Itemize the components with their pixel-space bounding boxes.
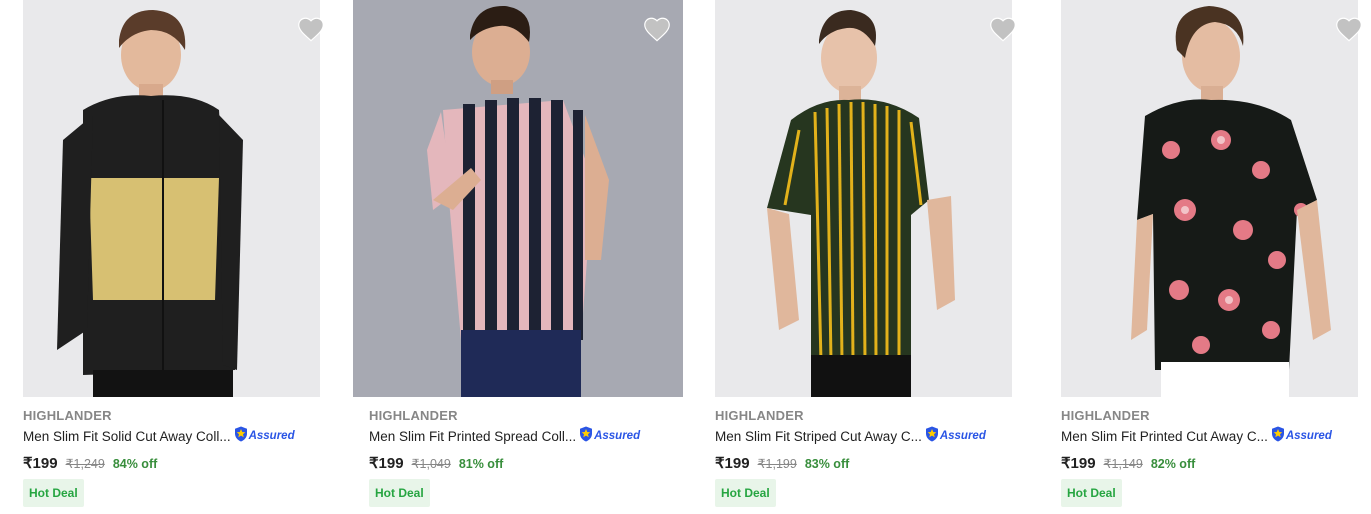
selling-price: ₹199 <box>23 455 58 472</box>
price-row: ₹199 ₹1,149 82% off <box>1061 454 1195 472</box>
assured-label: Assured <box>1285 430 1332 442</box>
shield-assured-icon <box>234 426 248 447</box>
assured-badge: Assured <box>925 426 986 447</box>
heart-icon[interactable] <box>1335 16 1363 42</box>
heart-icon[interactable] <box>297 16 325 42</box>
shield-assured-icon <box>925 426 939 447</box>
product-title[interactable]: Men Slim Fit Striped Cut Away C... <box>715 429 922 444</box>
product-title[interactable]: Men Slim Fit Solid Cut Away Coll... <box>23 429 231 444</box>
product-card[interactable]: HIGHLANDER Men Slim Fit Printed Spread C… <box>346 0 683 514</box>
assured-badge: Assured <box>579 426 641 447</box>
hot-deal-badge: Hot Deal <box>715 479 776 507</box>
product-image[interactable] <box>715 0 1012 397</box>
price-row: ₹199 ₹1,249 84% off <box>23 454 157 472</box>
heart-icon[interactable] <box>989 16 1017 42</box>
product-card[interactable]: HIGHLANDER Men Slim Fit Solid Cut Away C… <box>0 0 330 514</box>
hot-deal-badge: Hot Deal <box>23 479 84 507</box>
product-brand: HIGHLANDER <box>23 408 112 423</box>
original-price: ₹1,249 <box>65 457 105 471</box>
product-title-row: Men Slim Fit Striped Cut Away C... Assur… <box>715 426 986 447</box>
product-title[interactable]: Men Slim Fit Printed Spread Coll... <box>369 429 576 444</box>
product-grid: HIGHLANDER Men Slim Fit Solid Cut Away C… <box>0 0 1371 514</box>
product-title[interactable]: Men Slim Fit Printed Cut Away C... <box>1061 429 1268 444</box>
selling-price: ₹199 <box>369 455 404 472</box>
hot-deal-badge: Hot Deal <box>369 479 430 507</box>
product-title-row: Men Slim Fit Printed Spread Coll... Assu… <box>369 426 641 447</box>
shield-assured-icon <box>1271 426 1285 447</box>
product-card[interactable]: HIGHLANDER Men Slim Fit Striped Cut Away… <box>692 0 1022 514</box>
product-image[interactable] <box>353 0 683 397</box>
product-title-row: Men Slim Fit Solid Cut Away Coll... Assu… <box>23 426 295 447</box>
heart-icon[interactable] <box>643 16 671 42</box>
assured-label: Assured <box>594 430 641 442</box>
original-price: ₹1,149 <box>1103 457 1143 471</box>
discount-percent: 82% off <box>1150 457 1196 471</box>
shield-assured-icon <box>579 426 593 447</box>
product-image[interactable] <box>1061 0 1358 397</box>
assured-badge: Assured <box>234 426 295 447</box>
original-price: ₹1,199 <box>757 457 797 471</box>
selling-price: ₹199 <box>1061 455 1096 472</box>
price-row: ₹199 ₹1,049 81% off <box>369 454 503 472</box>
assured-label: Assured <box>248 430 295 442</box>
assured-badge: Assured <box>1271 426 1332 447</box>
price-row: ₹199 ₹1,199 83% off <box>715 454 849 472</box>
product-card[interactable]: HIGHLANDER Men Slim Fit Printed Cut Away… <box>1038 0 1368 514</box>
original-price: ₹1,049 <box>411 457 451 471</box>
discount-percent: 83% off <box>804 457 850 471</box>
product-image[interactable] <box>23 0 320 397</box>
assured-label: Assured <box>939 430 986 442</box>
product-brand: HIGHLANDER <box>1061 408 1150 423</box>
product-brand: HIGHLANDER <box>369 408 458 423</box>
product-title-row: Men Slim Fit Printed Cut Away C... Assur… <box>1061 426 1332 447</box>
hot-deal-badge: Hot Deal <box>1061 479 1122 507</box>
discount-percent: 84% off <box>112 457 158 471</box>
product-brand: HIGHLANDER <box>715 408 804 423</box>
selling-price: ₹199 <box>715 455 750 472</box>
discount-percent: 81% off <box>458 457 504 471</box>
